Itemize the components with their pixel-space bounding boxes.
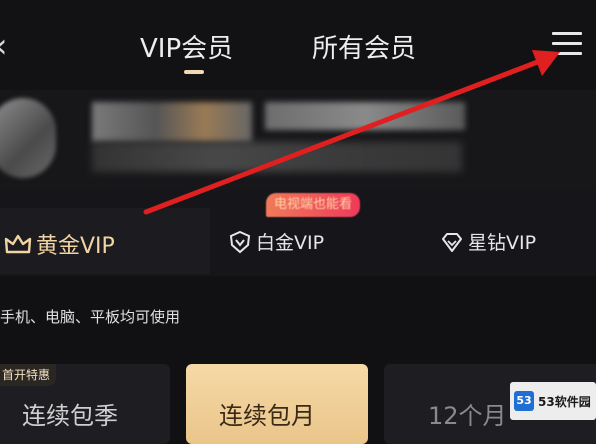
first-purchase-tag: 首开特惠 [0, 364, 57, 386]
user-profile-section [0, 90, 596, 190]
crown-icon [4, 232, 32, 256]
tier-gold-vip[interactable]: 黄金VIP [4, 228, 115, 260]
diamond-icon [440, 230, 464, 254]
site-watermark: 53 53软件园 [510, 382, 596, 420]
top-bar: ‹ VIP会员 所有会员 [0, 0, 596, 90]
watermark-title: 53软件园 [538, 394, 591, 409]
blurred-user-info [265, 102, 465, 130]
tier-label: 星钻VIP [468, 232, 537, 254]
plan-label: 连续包月 [219, 402, 315, 430]
tier-platinum-vip[interactable]: 白金VIP [228, 228, 324, 255]
plan-label: 连续包季 [22, 402, 118, 430]
tier-label: 白金VIP [256, 232, 325, 254]
blurred-membership-info [92, 142, 462, 172]
hamburger-menu-icon[interactable] [552, 32, 582, 58]
tab-all-memberships[interactable]: 所有会员 [312, 28, 416, 65]
tab-vip-membership[interactable]: VIP会员 [140, 28, 233, 65]
chevron-left-icon[interactable]: ‹ [0, 26, 8, 66]
avatar[interactable] [0, 98, 56, 178]
device-description: 手机、电脑、平板均可使用 [0, 308, 181, 326]
tier-diamond-vip[interactable]: 星钻VIP [440, 228, 536, 255]
active-tab-indicator [184, 70, 204, 74]
blurred-username [92, 102, 252, 142]
promo-badge: 电视端也能看 [266, 193, 361, 217]
plan-label: 12个月 [428, 402, 507, 430]
watermark-logo: 53 [514, 391, 534, 411]
tier-label: 黄金VIP [36, 234, 115, 259]
plan-card-monthly[interactable]: 连续包月 [186, 364, 368, 444]
shield-v-icon [228, 230, 252, 254]
